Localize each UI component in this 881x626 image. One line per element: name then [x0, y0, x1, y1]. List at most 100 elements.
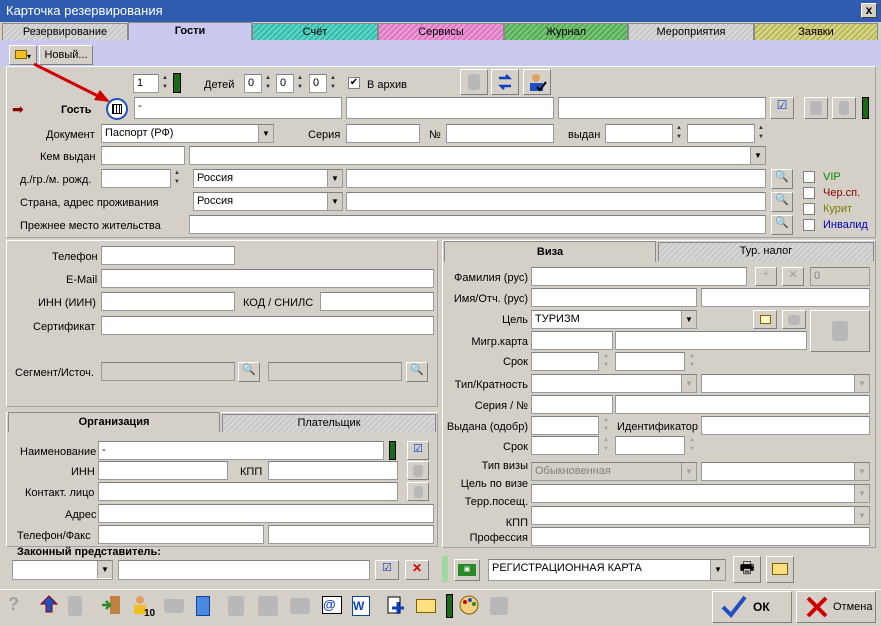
vip-checkbox[interactable] [803, 171, 815, 183]
visa-issued-date-spinner[interactable]: ▲ ▼ [601, 416, 611, 435]
profession-input[interactable] [531, 527, 870, 546]
visa-count-input[interactable]: 0 [810, 267, 870, 286]
legal-rep-check-button[interactable]: ☑ [375, 560, 399, 580]
guest-firstname-input[interactable] [346, 97, 554, 119]
segment-lookup-button[interactable]: 🔍 [238, 362, 260, 382]
birth-place-lookup-button[interactable]: 🔍 [771, 169, 793, 189]
mail-merge-button[interactable] [416, 594, 440, 618]
source-lookup-button[interactable]: 🔍 [406, 362, 428, 382]
birth-date-input[interactable] [101, 169, 171, 188]
card-button[interactable] [290, 594, 314, 618]
org-fax-input[interactable] [268, 525, 434, 544]
document-type-select[interactable]: Паспорт (РФ) ▼ [101, 124, 274, 143]
issued-date-input[interactable] [605, 124, 673, 143]
visa-term-to-input[interactable] [615, 436, 685, 455]
calculator-button[interactable] [196, 594, 220, 618]
legal-rep-input[interactable] [118, 560, 370, 580]
tab-organization[interactable]: Организация [8, 412, 220, 432]
close-button[interactable]: x [861, 3, 877, 18]
birth-country-select[interactable]: Россия ▼ [193, 169, 343, 188]
inn-input[interactable] [101, 292, 235, 311]
issued-by-code-input[interactable] [101, 146, 185, 165]
back-button[interactable] [164, 594, 188, 618]
legal-rep-select[interactable]: ▼ [12, 560, 113, 580]
visa-patronymic-input[interactable] [701, 288, 870, 307]
smoker-checkbox[interactable] [803, 203, 815, 215]
org-name-input[interactable]: - [98, 441, 384, 460]
children-age1-input[interactable]: 0 [244, 74, 262, 93]
identifier-input[interactable] [701, 416, 870, 435]
prev-residence-lookup-button[interactable]: 🔍 [771, 215, 793, 235]
source-input[interactable] [268, 362, 402, 381]
tab-requests[interactable]: Заявки [754, 23, 878, 40]
territory-select[interactable]: ▼ [531, 506, 870, 525]
visa-name-input[interactable] [531, 288, 697, 307]
tab-bill[interactable]: Счёт [252, 23, 378, 40]
visa-term-from-input[interactable] [531, 436, 599, 455]
visa-photo-button[interactable] [810, 310, 870, 352]
birth-date-spinner[interactable]: ▲ ▼ [172, 169, 182, 188]
guest-copy-button[interactable] [804, 97, 828, 119]
visit-purpose-select[interactable]: ▼ [531, 484, 870, 503]
birth-place-input[interactable] [346, 169, 766, 188]
tab-guests[interactable]: Гости [128, 22, 252, 40]
blacklist-checkbox[interactable] [803, 187, 815, 199]
visa-series-input[interactable] [531, 395, 613, 414]
visa-term-from-spinner[interactable]: ▲ ▼ [601, 436, 611, 455]
tab-services[interactable]: Сервисы [378, 23, 504, 40]
guests-10-button[interactable]: 10 [132, 594, 156, 619]
guest-count-input[interactable]: 1 [133, 74, 159, 93]
swap-guest-button[interactable] [491, 69, 519, 95]
archive-checkbox[interactable]: ✔ [348, 77, 360, 89]
guest-middlename-input[interactable] [558, 97, 766, 119]
visa-purpose-select[interactable]: ТУРИЗМ ▼ [531, 310, 697, 329]
help-button[interactable]: ? [8, 594, 32, 618]
visa-add-button[interactable]: + [755, 267, 777, 286]
visa-note-button[interactable] [753, 310, 777, 329]
guest-count-spinner[interactable]: ▲ ▼ [160, 74, 170, 93]
org-kpp-input[interactable] [268, 461, 398, 480]
delete-guest-button[interactable] [460, 69, 488, 95]
address-lookup-button[interactable]: 🔍 [771, 192, 793, 212]
word-export-button[interactable]: W [352, 594, 376, 618]
user-copy-button[interactable] [258, 594, 282, 618]
segment-input[interactable] [101, 362, 235, 381]
phone-input[interactable] [101, 246, 235, 265]
user-button[interactable] [228, 594, 252, 618]
add-document-button[interactable] [384, 594, 408, 618]
guest-check-button[interactable]: ☑ [770, 97, 794, 119]
email-input[interactable] [101, 269, 434, 288]
reg-card-select[interactable]: РЕГИСТРАЦИОННАЯ КАРТА ▼ [488, 559, 726, 581]
visa-issued-date-input[interactable] [531, 416, 599, 435]
guest-lastname-input[interactable]: - [134, 97, 342, 119]
invalid-checkbox[interactable] [803, 219, 815, 231]
visa-kind-select[interactable]: Обыкновенная ▼ [531, 462, 697, 481]
exit-button[interactable] [100, 594, 124, 618]
visa-number-input[interactable] [615, 395, 870, 414]
legal-rep-clear-button[interactable]: ✕ [405, 560, 429, 580]
tab-journal[interactable]: Журнал [504, 23, 628, 40]
ok-button[interactable]: ОК [712, 591, 792, 623]
tab-events[interactable]: Мероприятия [628, 23, 754, 40]
migration-term-to-input[interactable] [615, 352, 685, 371]
children-age3-input[interactable]: 0 [309, 74, 327, 93]
org-phone-input[interactable] [98, 525, 264, 544]
children-age1-spinner[interactable]: ▲ ▼ [263, 74, 273, 93]
user-check-button[interactable] [523, 69, 551, 95]
document-series-input[interactable] [346, 124, 420, 143]
children-age3-spinner[interactable]: ▲ ▼ [328, 74, 338, 93]
migration-term-from-input[interactable] [531, 352, 599, 371]
checkin-button[interactable] [38, 594, 62, 618]
shirt-button[interactable] [490, 594, 514, 618]
children-age2-spinner[interactable]: ▲ ▼ [295, 74, 305, 93]
migration-term-from-spinner[interactable]: ▲ ▼ [601, 352, 611, 371]
children-age2-input[interactable]: 0 [276, 74, 294, 93]
email-send-button[interactable]: @ [322, 594, 346, 618]
org-address-input[interactable] [98, 504, 434, 523]
scan-document-icon[interactable] [106, 98, 128, 120]
address-input[interactable] [346, 192, 766, 211]
tab-reservation[interactable]: Резервирование [2, 23, 128, 40]
visa-kind2-select[interactable]: ▼ [701, 462, 870, 481]
visa-type-select[interactable]: ▼ [531, 374, 697, 393]
visa-remove-button[interactable]: ✕ [782, 267, 804, 286]
